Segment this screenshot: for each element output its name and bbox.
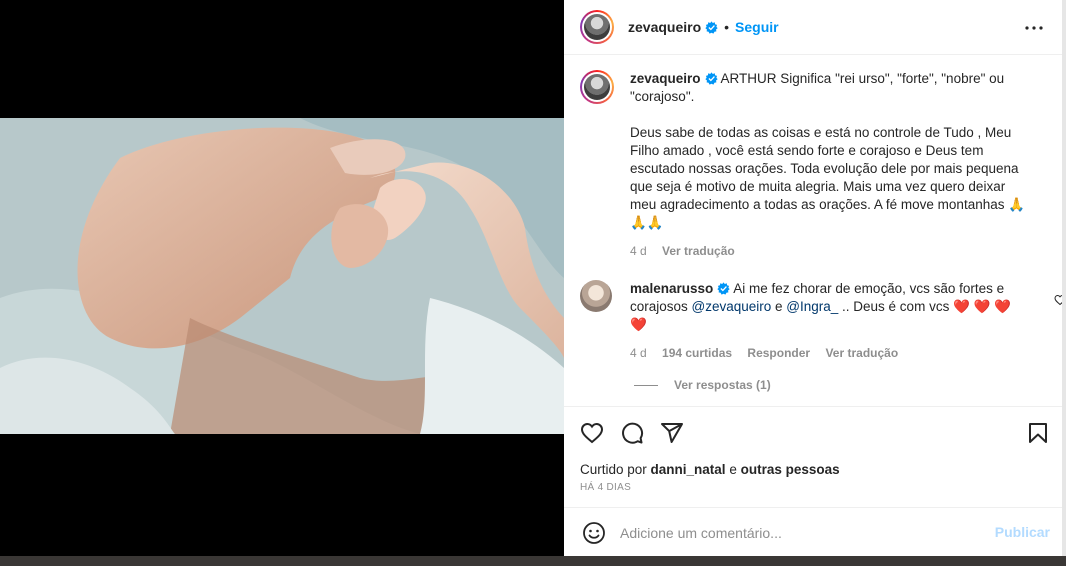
caption-meta: 4 d Ver tradução [630, 242, 1030, 260]
comment-icon[interactable] [620, 421, 644, 445]
commenter-avatar[interactable] [580, 280, 612, 312]
more-options-icon[interactable] [1022, 16, 1046, 40]
caption-avatar-inner [582, 72, 612, 102]
author-username[interactable]: zevaqueiro [628, 19, 701, 35]
post-header: zevaqueiro • Seguir [564, 0, 1062, 55]
caption-translate-link[interactable]: Ver tradução [662, 244, 735, 258]
bookmark-icon[interactable] [1026, 421, 1050, 445]
photo-illustration [0, 118, 564, 434]
reply-button[interactable]: Responder [747, 346, 810, 360]
comment-likes[interactable]: 194 curtidas [662, 346, 732, 360]
liked-by-prefix: Curtido por [580, 462, 651, 477]
share-icon[interactable] [660, 421, 684, 445]
comment-meta: 4 d 194 curtidas Responder Ver tradução [630, 344, 1030, 362]
scrollbar[interactable] [1062, 0, 1066, 556]
replies-divider [634, 384, 658, 386]
verified-badge-icon [717, 282, 730, 295]
caption-text: zevaqueiro ARTHUR Significa "rei urso", … [630, 70, 1030, 106]
liked-by: Curtido por danni_natal e outras pessoas [580, 462, 840, 477]
mention-link[interactable]: @zevaqueiro [692, 299, 772, 314]
liked-by-suffix: e [725, 462, 741, 477]
liked-by-user[interactable]: danni_natal [651, 462, 726, 477]
comment-text: malenarusso Ai me fez chorar de emoção, … [630, 280, 1030, 334]
comment-input[interactable] [620, 522, 970, 544]
comment-text-mid: e [771, 299, 787, 314]
caption-body: zevaqueiro ARTHUR Significa "rei urso", … [630, 70, 1030, 260]
view-replies-label[interactable]: Ver respostas (1) [674, 378, 771, 392]
caption-avatar[interactable] [580, 70, 614, 104]
comments-list[interactable]: zevaqueiro ARTHUR Significa "rei urso", … [564, 56, 1062, 406]
emoji-icon[interactable] [582, 521, 606, 545]
publish-button[interactable]: Publicar [995, 524, 1050, 540]
post-timestamp: HÁ 4 DIAS [580, 482, 632, 493]
comment-age: 4 d [630, 346, 647, 360]
verified-badge-icon [704, 72, 718, 85]
author-avatar-image [584, 14, 610, 40]
verified-badge-icon [705, 20, 718, 34]
page-backdrop [0, 556, 1066, 566]
post-actions [564, 406, 1062, 458]
header-separator: • [724, 19, 730, 35]
instagram-post-modal: zevaqueiro • Seguir zevaqueiro ARTHUR Si… [0, 0, 1066, 566]
view-replies[interactable]: Ver respostas (1) [634, 378, 771, 392]
author-avatar[interactable] [580, 10, 614, 44]
heart-icon[interactable] [580, 421, 604, 445]
author-avatar-inner [582, 12, 612, 42]
caption-age: 4 d [630, 244, 647, 258]
comment-like-icon[interactable] [1054, 294, 1062, 306]
mention-link[interactable]: @Ingra_ [786, 299, 838, 314]
comment-body: malenarusso Ai me fez chorar de emoção, … [630, 280, 1030, 362]
post-photo [0, 118, 564, 434]
post-media[interactable] [0, 0, 564, 556]
caption-paragraph: Deus sabe de todas as coisas e está no c… [630, 125, 1026, 230]
comment-translate-link[interactable]: Ver tradução [825, 346, 898, 360]
comment-composer: Publicar [564, 507, 1062, 556]
commenter-username[interactable]: malenarusso [630, 281, 713, 296]
liked-by-others[interactable]: outras pessoas [741, 462, 840, 477]
caption-avatar-image [584, 74, 610, 100]
follow-button[interactable]: Seguir [735, 19, 779, 35]
caption-username[interactable]: zevaqueiro [630, 71, 701, 86]
post-side-panel: zevaqueiro • Seguir zevaqueiro ARTHUR Si… [564, 0, 1062, 556]
